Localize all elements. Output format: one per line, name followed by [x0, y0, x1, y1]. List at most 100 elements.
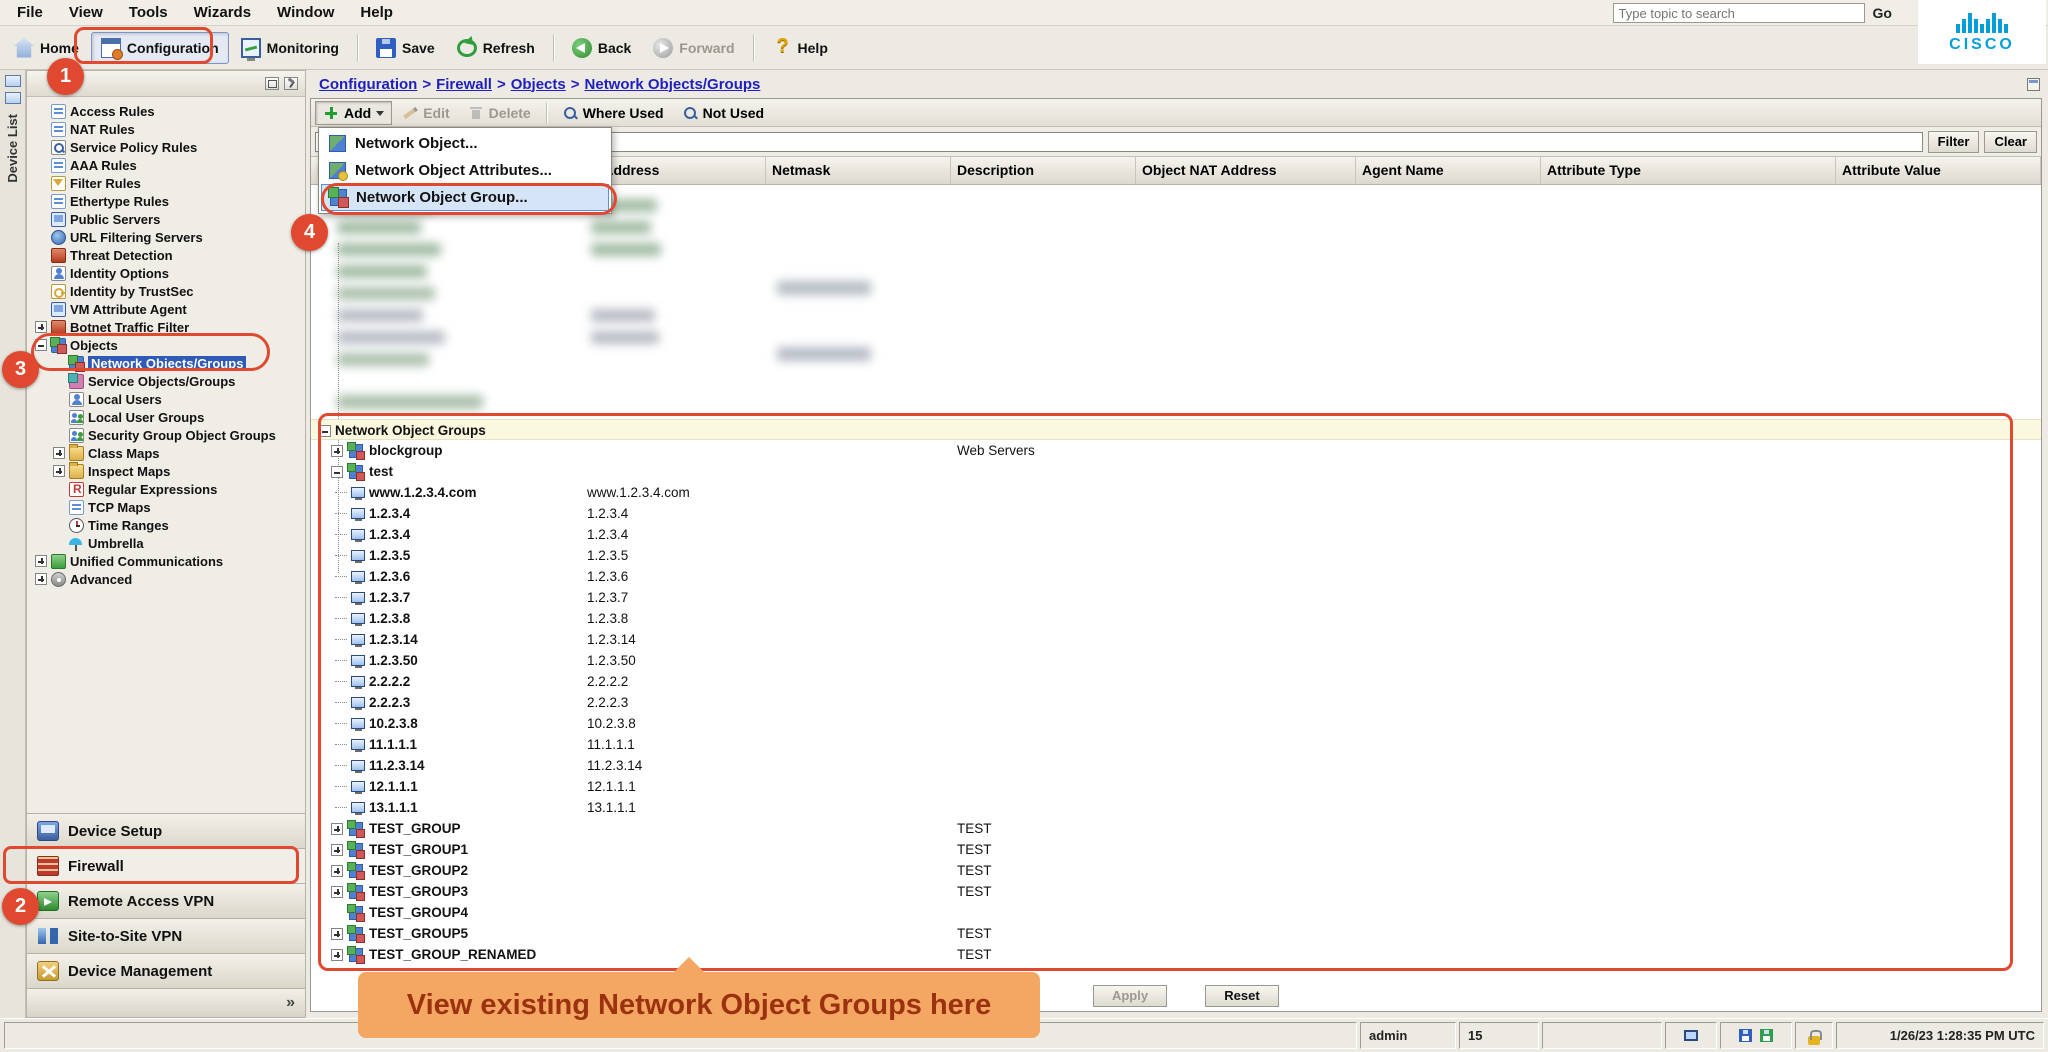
apply-button[interactable]: Apply — [1093, 985, 1167, 1007]
tree-item-tcp-maps[interactable]: TCP Maps — [27, 498, 305, 516]
expander-plus-icon[interactable] — [53, 465, 65, 477]
table-row-2-2-2-2[interactable]: 2.2.2.22.2.2.2 — [311, 671, 2041, 692]
edit-button[interactable]: Edit — [394, 101, 457, 125]
table-row-test-group-renamed[interactable]: TEST_GROUP_RENAMEDTEST — [311, 944, 2041, 965]
table-row-www-1-2-3-4-com[interactable]: www.1.2.3.4.comwww.1.2.3.4.com — [311, 482, 2041, 503]
expander-plus-icon[interactable] — [331, 844, 343, 856]
tree-item-service-policy-rules[interactable]: Service Policy Rules — [27, 138, 305, 156]
expander-minus-icon[interactable] — [319, 425, 331, 437]
tree-item-regular-expressions[interactable]: Regular Expressions — [27, 480, 305, 498]
nav-site-to-site-vpn[interactable]: Site-to-Site VPN — [27, 919, 305, 954]
help-button[interactable]: Help — [762, 32, 838, 64]
tree-item-time-ranges[interactable]: Time Ranges — [27, 516, 305, 534]
expander-plus-icon[interactable] — [331, 865, 343, 877]
expander-plus-icon[interactable] — [53, 447, 65, 459]
expander-plus-icon[interactable] — [35, 573, 47, 585]
tree-item-local-users[interactable]: Local Users — [27, 390, 305, 408]
nav-device-setup[interactable]: Device Setup — [27, 814, 305, 849]
expander-plus-icon[interactable] — [331, 823, 343, 835]
tree-item-security-group-object-groups[interactable]: Security Group Object Groups — [27, 426, 305, 444]
tree-item-vm-attribute-agent[interactable]: VM Attribute Agent — [27, 300, 305, 318]
expander-plus-icon[interactable] — [331, 445, 343, 457]
table-row-1-2-3-5[interactable]: 1.2.3.51.2.3.5 — [311, 545, 2041, 566]
table-row-1-2-3-4[interactable]: 1.2.3.41.2.3.4 — [311, 524, 2041, 545]
nav-device-management[interactable]: Device Management — [27, 954, 305, 989]
not-used-button[interactable]: Not Used — [674, 101, 772, 125]
pin-pane-icon[interactable] — [284, 77, 298, 90]
menu-item-network-object-group[interactable]: Network Object Group... — [321, 184, 609, 211]
table-row-12-1-1-1[interactable]: 12.1.1.112.1.1.1 — [311, 776, 2041, 797]
clear-button[interactable]: Clear — [1984, 131, 2037, 153]
tree-item-service-objects-groups[interactable]: Service Objects/Groups — [27, 372, 305, 390]
table-row-test-group5[interactable]: TEST_GROUP5TEST — [311, 923, 2041, 944]
table-row-test-group[interactable]: TEST_GROUPTEST — [311, 818, 2041, 839]
expander-plus-icon[interactable] — [331, 928, 343, 940]
menu-item-network-object[interactable]: Network Object... — [321, 130, 609, 157]
restore-pane-icon[interactable] — [2027, 78, 2040, 91]
tree-item-network-objects-groups[interactable]: Network Objects/Groups — [27, 354, 305, 372]
monitoring-button[interactable]: Monitoring — [231, 32, 349, 64]
table-row-test[interactable]: test — [311, 461, 2041, 482]
search-input[interactable] — [1613, 3, 1865, 23]
expander-plus-icon[interactable] — [35, 321, 47, 333]
table-row-2-2-2-3[interactable]: 2.2.2.32.2.2.3 — [311, 692, 2041, 713]
tree-item-aaa-rules[interactable]: AAA Rules — [27, 156, 305, 174]
refresh-button[interactable]: Refresh — [447, 32, 545, 63]
table-row-network-object-groups[interactable]: Network Object Groups — [311, 419, 2041, 440]
table-row-1-2-3-8[interactable]: 1.2.3.81.2.3.8 — [311, 608, 2041, 629]
expander-plus-icon[interactable] — [331, 949, 343, 961]
filter-button[interactable]: Filter — [1928, 131, 1980, 153]
table-row-blockgroup[interactable]: blockgroupWeb Servers — [311, 440, 2041, 461]
tree-item-threat-detection[interactable]: Threat Detection — [27, 246, 305, 264]
tree-item-ethertype-rules[interactable]: Ethertype Rules — [27, 192, 305, 210]
tree-item-objects[interactable]: Objects — [27, 336, 305, 354]
table-row-test-group3[interactable]: TEST_GROUP3TEST — [311, 881, 2041, 902]
menu-view[interactable]: View — [56, 1, 116, 24]
breadcrumb-network-objects-groups[interactable]: Network Objects/Groups — [585, 76, 761, 93]
table-row-1-2-3-14[interactable]: 1.2.3.141.2.3.14 — [311, 629, 2041, 650]
expander-plus-icon[interactable] — [331, 886, 343, 898]
menu-tools[interactable]: Tools — [116, 1, 181, 24]
breadcrumb-configuration[interactable]: Configuration — [319, 76, 417, 93]
menu-file[interactable]: File — [4, 1, 56, 24]
tree-item-access-rules[interactable]: Access Rules — [27, 102, 305, 120]
table-row-1-2-3-6[interactable]: 1.2.3.61.2.3.6 — [311, 566, 2041, 587]
save-flash-icon[interactable] — [1760, 1029, 1773, 1042]
table-row-13-1-1-1[interactable]: 13.1.1.113.1.1.1 — [311, 797, 2041, 818]
expander-minus-icon[interactable] — [35, 339, 47, 351]
reset-button[interactable]: Reset — [1205, 985, 1279, 1007]
tree-item-umbrella[interactable]: Umbrella — [27, 534, 305, 552]
table-row-11-2-3-14[interactable]: 11.2.3.1411.2.3.14 — [311, 755, 2041, 776]
where-used-button[interactable]: Where Used — [554, 101, 672, 125]
home-button[interactable]: Home — [4, 32, 89, 64]
table-row-11-1-1-1[interactable]: 11.1.1.111.1.1.1 — [311, 734, 2041, 755]
save-config-icon[interactable] — [1739, 1029, 1752, 1042]
tree-item-nat-rules[interactable]: NAT Rules — [27, 120, 305, 138]
table-row-1-2-3-4[interactable]: 1.2.3.41.2.3.4 — [311, 503, 2041, 524]
nav-collapse-strip[interactable]: » — [27, 989, 305, 1017]
column-header-attribute-value[interactable]: Attribute Value — [1836, 157, 2041, 184]
tree-item-filter-rules[interactable]: Filter Rules — [27, 174, 305, 192]
column-header-agent-name[interactable]: Agent Name — [1356, 157, 1541, 184]
column-header-object-nat-address[interactable]: Object NAT Address — [1136, 157, 1356, 184]
forward-button[interactable]: Forward — [643, 32, 744, 64]
menu-window[interactable]: Window — [264, 1, 347, 24]
table-row-test-group1[interactable]: TEST_GROUP1TEST — [311, 839, 2041, 860]
menu-wizards[interactable]: Wizards — [181, 1, 264, 24]
device-list-strip[interactable]: Device List — [0, 70, 26, 1018]
tree-item-identity-options[interactable]: Identity Options — [27, 264, 305, 282]
column-header-netmask[interactable]: Netmask — [766, 157, 951, 184]
column-header-description[interactable]: Description — [951, 157, 1136, 184]
menu-help[interactable]: Help — [347, 1, 406, 24]
tree-item-url-filtering-servers[interactable]: URL Filtering Servers — [27, 228, 305, 246]
tree-item-local-user-groups[interactable]: Local User Groups — [27, 408, 305, 426]
float-pane-icon[interactable] — [265, 77, 279, 90]
expander-plus-icon[interactable] — [35, 555, 47, 567]
add-button[interactable]: Add — [315, 101, 392, 125]
table-row-1-2-3-50[interactable]: 1.2.3.501.2.3.50 — [311, 650, 2041, 671]
table-row-test-group4[interactable]: TEST_GROUP4 — [311, 902, 2041, 923]
tree-item-public-servers[interactable]: Public Servers — [27, 210, 305, 228]
tree-item-inspect-maps[interactable]: Inspect Maps — [27, 462, 305, 480]
table-row-10-2-3-8[interactable]: 10.2.3.810.2.3.8 — [311, 713, 2041, 734]
menu-item-network-object-attributes[interactable]: Network Object Attributes... — [321, 157, 609, 184]
